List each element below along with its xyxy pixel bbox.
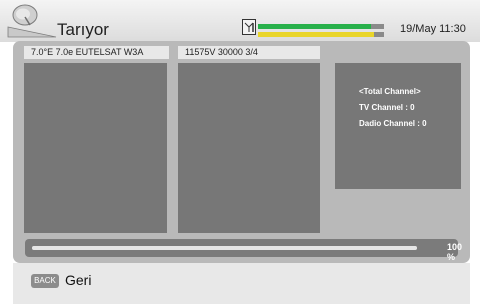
progress-percent: 100 % bbox=[447, 242, 463, 262]
back-button-label[interactable]: Geri bbox=[65, 272, 91, 288]
satellite-list-panel bbox=[24, 63, 167, 233]
back-key-badge[interactable]: BACK bbox=[31, 274, 59, 288]
signal-strength-fill bbox=[258, 24, 372, 29]
page-title: Tarıyor bbox=[57, 20, 109, 39]
transponder-info: 11575V 30000 3/4 bbox=[178, 46, 320, 59]
header-bar: Tarıyor 19/May 11:30 bbox=[0, 0, 480, 42]
signal-quality-fill bbox=[258, 32, 374, 37]
scan-progress: 100 % bbox=[25, 239, 462, 262]
tv-channel-count: TV Channel : 0 bbox=[359, 103, 415, 112]
footer-bar: BACK Geri bbox=[13, 263, 470, 304]
signal-quality-bar bbox=[258, 32, 384, 37]
datetime: 19/May 11:30 bbox=[400, 23, 466, 35]
signal-strength-bar bbox=[258, 24, 384, 29]
radio-channel-count: Dadio Channel : 0 bbox=[359, 119, 427, 128]
progress-fill bbox=[32, 246, 417, 250]
progress-track bbox=[32, 246, 417, 250]
scan-panel: 7.0°E 7.0e EUTELSAT W3A 11575V 30000 3/4… bbox=[13, 41, 470, 263]
satellite-name: 7.0°E 7.0e EUTELSAT W3A bbox=[24, 46, 169, 59]
transponder-list-panel bbox=[178, 63, 320, 233]
signal-icon bbox=[242, 19, 256, 35]
satellite-dish-icon bbox=[7, 4, 57, 38]
total-channel-heading: <Total Channel> bbox=[359, 87, 421, 96]
channel-summary-panel: <Total Channel> TV Channel : 0 Dadio Cha… bbox=[335, 63, 461, 189]
